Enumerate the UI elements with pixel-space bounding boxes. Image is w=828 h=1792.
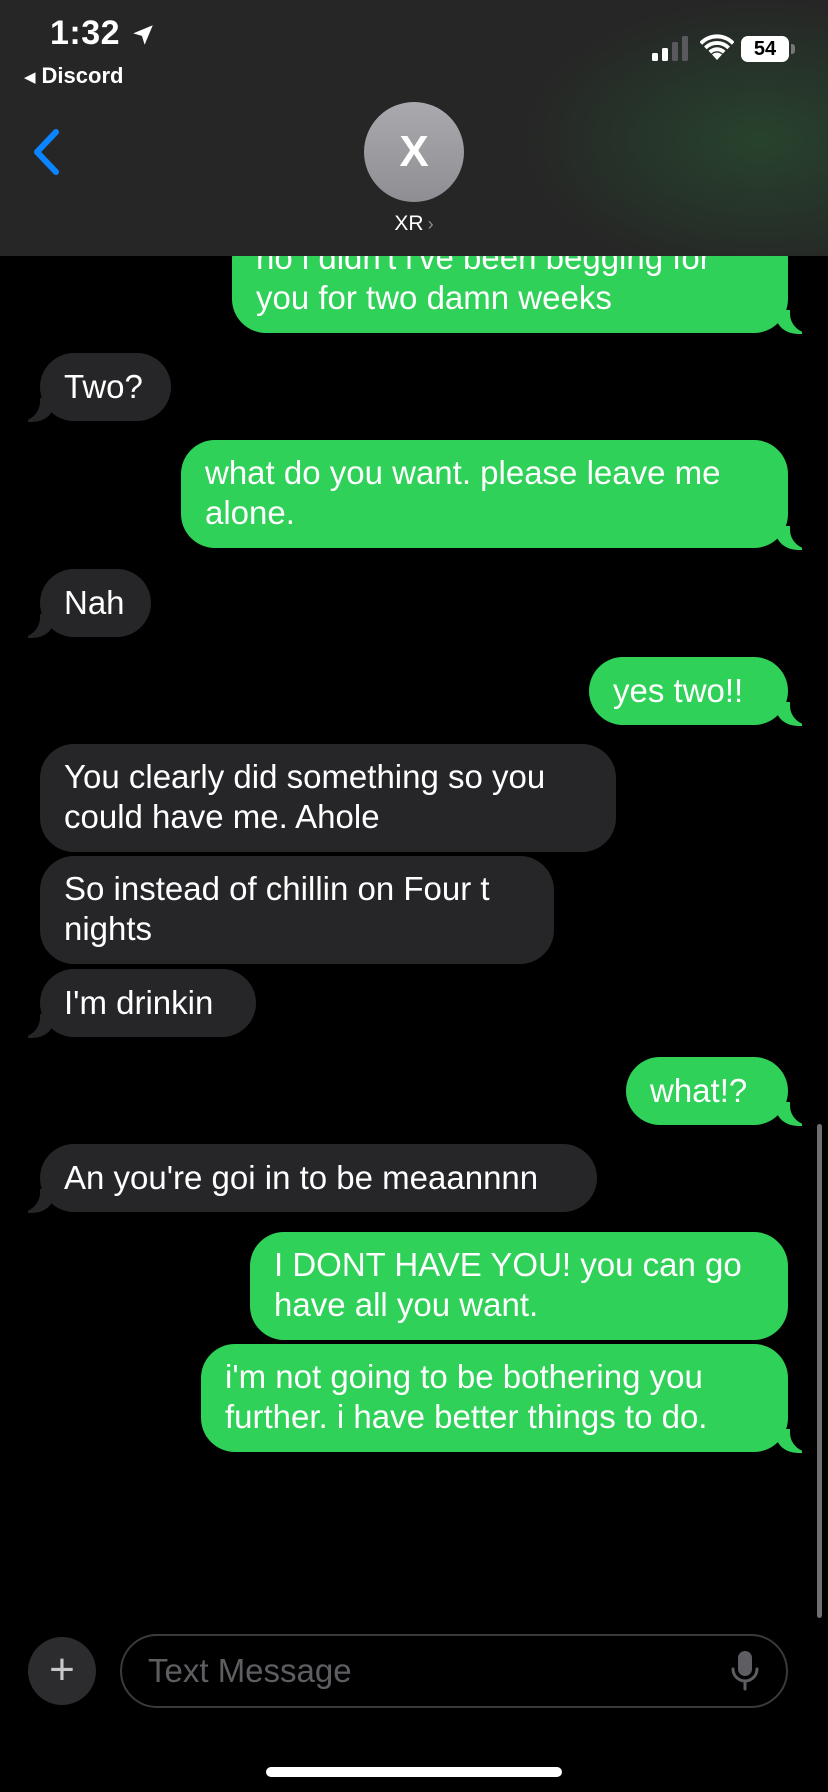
message-bubble-outgoing[interactable]: what!? bbox=[626, 1057, 788, 1125]
bubble-tail bbox=[14, 396, 54, 422]
bubble-tail bbox=[14, 1012, 54, 1038]
messages-screen: no i didn't i've been begging for you fo… bbox=[0, 0, 828, 1792]
conversation-header: 1:32 ◀ Discord 54 X XR › bbox=[0, 0, 828, 256]
chevron-right-icon: › bbox=[427, 214, 434, 234]
back-to-app-link[interactable]: ◀ Discord bbox=[24, 63, 123, 89]
wifi-icon bbox=[700, 34, 734, 60]
back-triangle-icon: ◀ bbox=[24, 69, 36, 86]
message-bubble-incoming[interactable]: Nah bbox=[40, 569, 151, 637]
bubble-tail bbox=[14, 1187, 54, 1213]
bubble-tail bbox=[14, 612, 54, 638]
microphone-icon[interactable] bbox=[730, 1650, 760, 1692]
battery-tip bbox=[791, 44, 795, 54]
back-app-label: Discord bbox=[41, 63, 124, 88]
message-bubble-incoming[interactable]: So instead of chillin on Four t nights bbox=[40, 856, 554, 964]
chevron-left-icon[interactable] bbox=[30, 128, 64, 176]
contact-name: XR bbox=[394, 212, 424, 235]
message-bubble-outgoing[interactable]: yes two!! bbox=[589, 657, 788, 725]
bubble-tail bbox=[776, 700, 816, 726]
contact-avatar[interactable]: X bbox=[364, 102, 464, 202]
plus-icon[interactable]: + bbox=[28, 1637, 96, 1705]
message-bubble-outgoing[interactable]: what do you want. please leave me alone. bbox=[181, 440, 788, 548]
scrollbar[interactable] bbox=[817, 1124, 822, 1618]
bubble-tail bbox=[776, 308, 816, 334]
contact-name-button[interactable]: XR › bbox=[0, 212, 828, 236]
message-bubble-outgoing[interactable]: I DONT HAVE YOU! you can go have all you… bbox=[250, 1232, 788, 1340]
location-arrow-icon bbox=[133, 25, 153, 45]
status-time: 1:32 bbox=[50, 14, 121, 52]
battery-icon: 54 bbox=[741, 36, 789, 62]
cellular-signal-icon bbox=[652, 36, 688, 61]
home-indicator[interactable] bbox=[266, 1767, 562, 1777]
bubble-tail bbox=[776, 1100, 816, 1126]
message-bubble-incoming[interactable]: An you're goi in to be meaannnn bbox=[40, 1144, 597, 1212]
message-bubble-incoming[interactable]: You clearly did something so you could h… bbox=[40, 744, 616, 852]
message-bubble-incoming[interactable]: I'm drinkin bbox=[40, 969, 256, 1037]
message-bubble-incoming[interactable]: Two? bbox=[40, 353, 171, 421]
bubble-tail bbox=[776, 1427, 816, 1453]
bubble-tail bbox=[776, 524, 816, 550]
message-input[interactable] bbox=[120, 1634, 788, 1708]
message-bubble-outgoing[interactable]: i'm not going to be bothering you furthe… bbox=[201, 1344, 788, 1452]
